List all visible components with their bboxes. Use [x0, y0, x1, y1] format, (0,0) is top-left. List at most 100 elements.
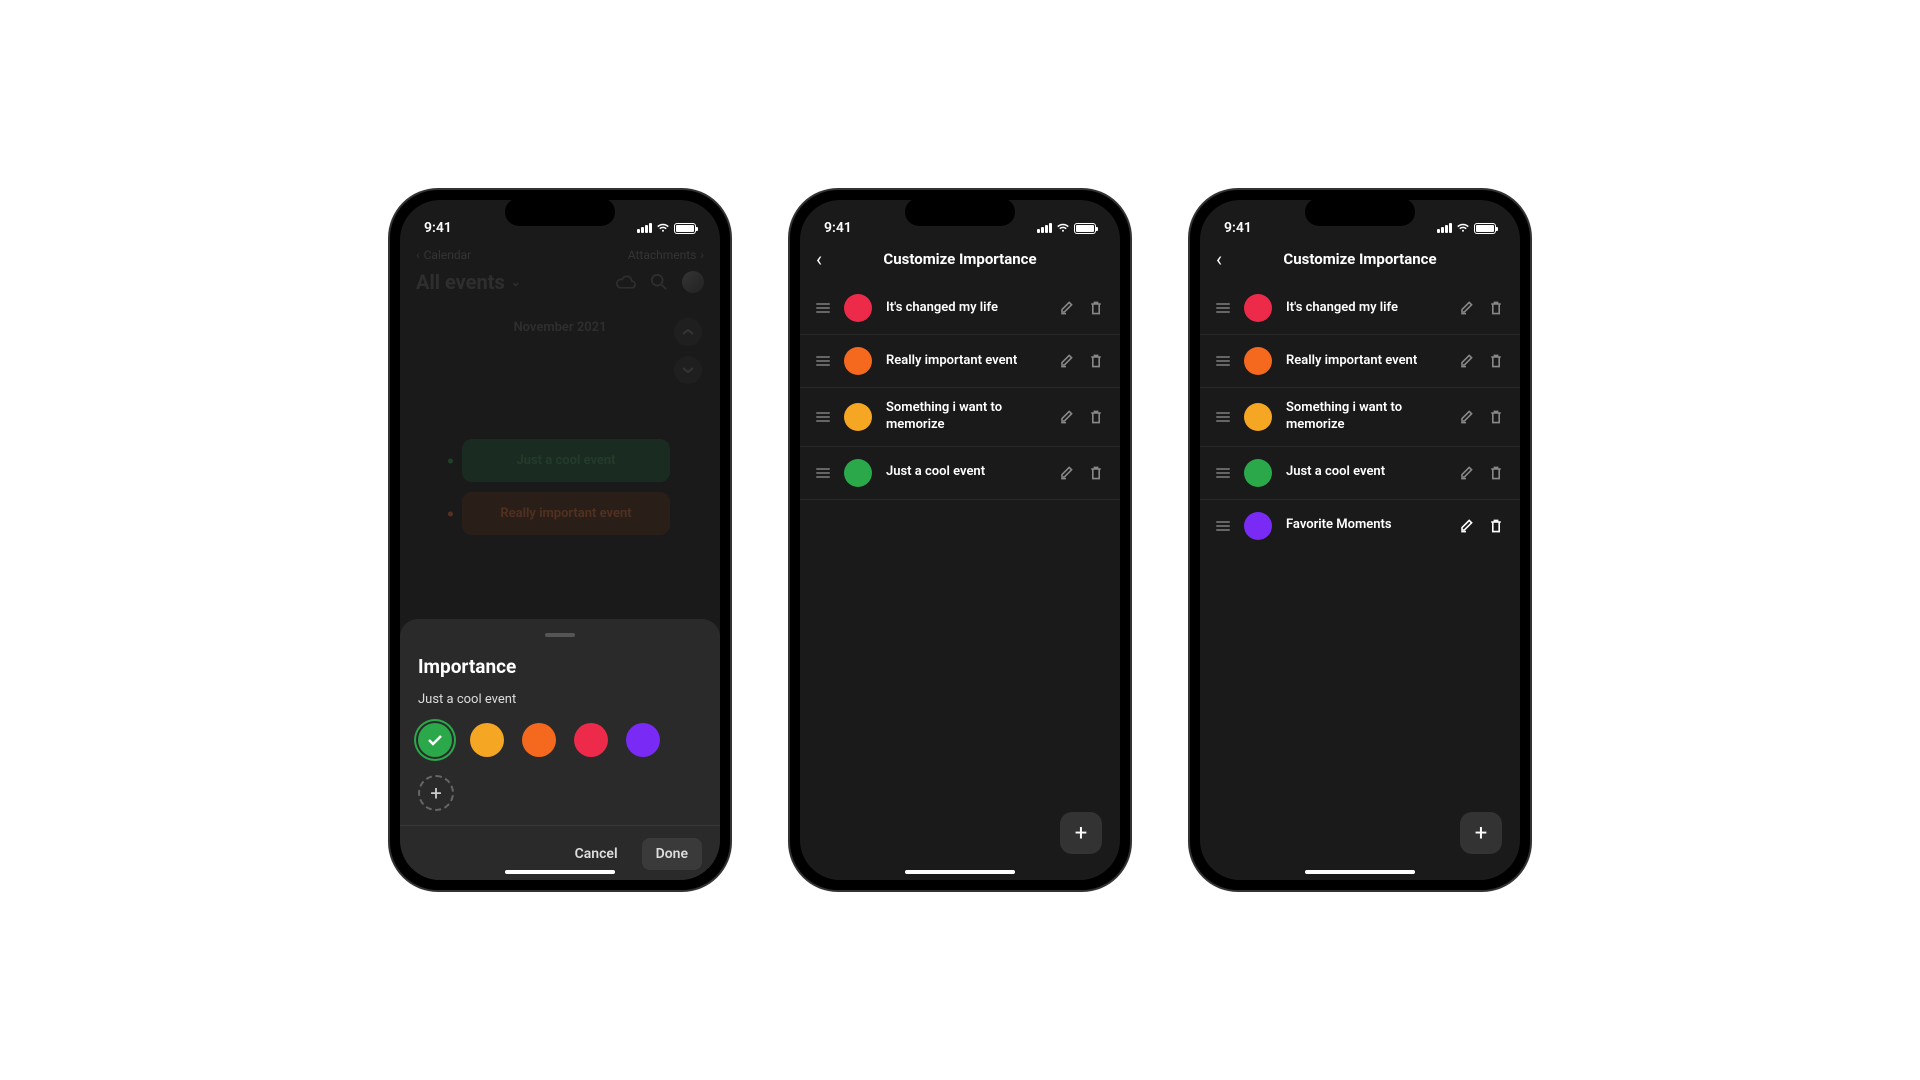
edit-icon[interactable] — [1458, 518, 1474, 534]
header-title-dropdown[interactable]: All events ⌄ — [416, 270, 521, 294]
sheet-actions: Cancel Done — [400, 825, 720, 870]
color-option-purple[interactable] — [626, 723, 660, 757]
signal-icon — [1037, 223, 1052, 233]
sheet-subtitle: Just a cool event — [418, 692, 702, 707]
drag-handle-icon[interactable] — [816, 468, 830, 478]
back-button[interactable]: ‹ — [816, 247, 822, 271]
drag-handle-icon[interactable] — [1216, 468, 1230, 478]
edit-icon[interactable] — [1458, 409, 1474, 425]
edit-icon[interactable] — [1058, 465, 1074, 481]
drag-handle-icon[interactable] — [816, 356, 830, 366]
event-pill[interactable]: Really important event — [462, 492, 670, 535]
search-icon[interactable] — [650, 273, 668, 291]
color-row — [418, 723, 702, 757]
header-row: All events ⌄ — [400, 266, 720, 302]
nav-back[interactable]: ‹ Calendar — [416, 248, 471, 262]
chevron-right-icon: › — [700, 248, 704, 262]
drag-handle-icon[interactable] — [1216, 521, 1230, 531]
add-color-button[interactable]: + — [418, 775, 454, 811]
edit-icon[interactable] — [1458, 300, 1474, 316]
event-label: Really important event — [500, 506, 631, 521]
trash-icon[interactable] — [1088, 409, 1104, 425]
dimmed-background: ‹ Calendar Attachments › All events ⌄ — [400, 244, 720, 545]
nav-arrows — [674, 318, 702, 384]
color-circle — [1244, 459, 1272, 487]
status-time: 9:41 — [1224, 220, 1252, 236]
plus-icon: + — [1475, 821, 1487, 846]
plus-icon: + — [430, 781, 441, 805]
row-label: Something i want to memorize — [1286, 400, 1444, 434]
color-option-red[interactable] — [574, 723, 608, 757]
back-button[interactable]: ‹ — [1216, 247, 1222, 271]
trash-icon[interactable] — [1088, 353, 1104, 369]
home-indicator[interactable] — [905, 870, 1015, 874]
row-actions — [1458, 409, 1504, 425]
drag-handle-icon[interactable] — [1216, 412, 1230, 422]
cancel-button[interactable]: Cancel — [561, 838, 632, 870]
drag-handle-icon[interactable] — [816, 303, 830, 313]
list-row: Favorite Moments — [1200, 500, 1520, 552]
row-actions — [1058, 300, 1104, 316]
cloud-icon[interactable] — [616, 274, 636, 290]
screen-1: 9:41 ‹ Calendar Attachments › Al — [400, 200, 720, 880]
trash-icon[interactable] — [1488, 353, 1504, 369]
phone-mockup-1: 9:41 ‹ Calendar Attachments › Al — [390, 190, 730, 890]
list-row: Something i want to memorize — [1200, 388, 1520, 447]
edit-icon[interactable] — [1058, 300, 1074, 316]
trash-icon[interactable] — [1088, 465, 1104, 481]
page-title: Customize Importance — [1216, 250, 1504, 268]
status-icons — [1037, 223, 1096, 234]
edit-icon[interactable] — [1058, 409, 1074, 425]
color-option-orange[interactable] — [522, 723, 556, 757]
avatar[interactable] — [682, 271, 704, 293]
edit-icon[interactable] — [1458, 353, 1474, 369]
color-option-green[interactable] — [418, 723, 452, 757]
color-circle — [844, 294, 872, 322]
row-label: Something i want to memorize — [886, 400, 1044, 434]
nav-forward-label: Attachments — [628, 248, 697, 262]
list-row: Just a cool event — [800, 447, 1120, 500]
add-button[interactable]: + — [1460, 812, 1502, 854]
screen-2: 9:41 ‹ Customize Importance It's changed… — [800, 200, 1120, 880]
signal-icon — [637, 223, 652, 233]
color-option-yellow[interactable] — [470, 723, 504, 757]
color-circle — [1244, 294, 1272, 322]
add-button[interactable]: + — [1060, 812, 1102, 854]
edit-icon[interactable] — [1458, 465, 1474, 481]
color-circle — [844, 459, 872, 487]
home-indicator[interactable] — [505, 870, 615, 874]
importance-list: It's changed my lifeReally important eve… — [800, 282, 1120, 880]
status-time: 9:41 — [424, 220, 452, 236]
drag-handle-icon[interactable] — [1216, 356, 1230, 366]
row-actions — [1458, 518, 1504, 534]
trash-icon[interactable] — [1488, 465, 1504, 481]
down-arrow-button[interactable] — [674, 356, 702, 384]
page-title: Customize Importance — [816, 250, 1104, 268]
edit-icon[interactable] — [1058, 353, 1074, 369]
row-label: Just a cool event — [886, 464, 1044, 481]
event-pill[interactable]: Just a cool event — [462, 439, 670, 482]
trash-icon[interactable] — [1488, 409, 1504, 425]
home-indicator[interactable] — [1305, 870, 1415, 874]
drag-handle-icon[interactable] — [816, 412, 830, 422]
header-title-text: All events — [416, 270, 505, 294]
list-row: Really important event — [1200, 335, 1520, 388]
battery-icon — [1474, 223, 1496, 234]
sheet-title: Importance — [418, 655, 702, 678]
row-actions — [1458, 353, 1504, 369]
nav-forward[interactable]: Attachments › — [628, 248, 704, 262]
chevron-down-icon: ⌄ — [511, 275, 521, 289]
signal-icon — [1437, 223, 1452, 233]
done-button[interactable]: Done — [642, 838, 702, 870]
phone-mockup-2: 9:41 ‹ Customize Importance It's changed… — [790, 190, 1130, 890]
drag-handle-icon[interactable] — [1216, 303, 1230, 313]
sheet-handle[interactable] — [545, 633, 575, 637]
trash-icon[interactable] — [1488, 518, 1504, 534]
row-label: Favorite Moments — [1286, 517, 1444, 534]
color-circle — [844, 347, 872, 375]
trash-icon[interactable] — [1088, 300, 1104, 316]
notch — [1305, 198, 1415, 226]
up-arrow-button[interactable] — [674, 318, 702, 346]
row-label: Really important event — [1286, 353, 1444, 370]
trash-icon[interactable] — [1488, 300, 1504, 316]
